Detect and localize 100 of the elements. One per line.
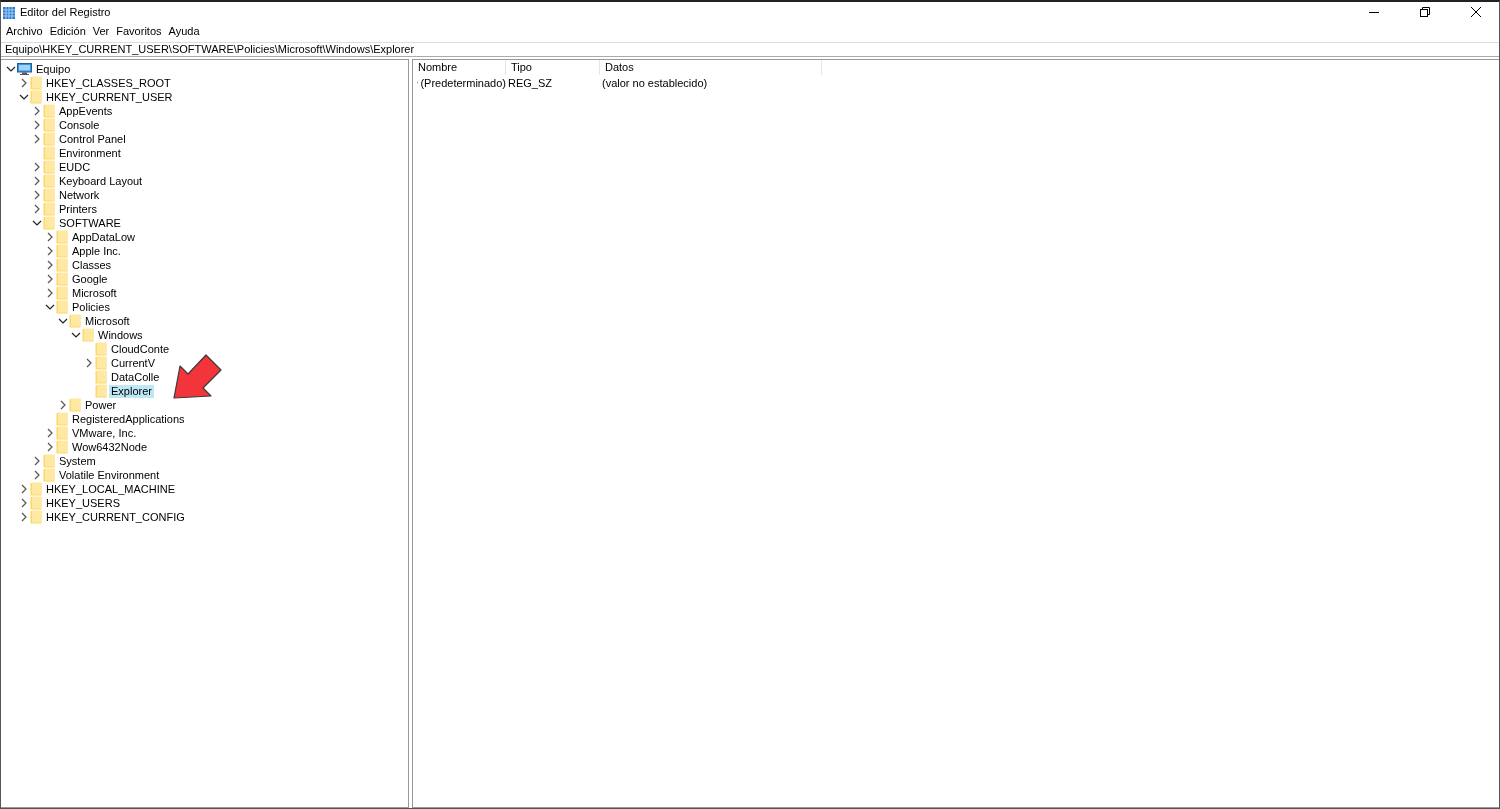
folder-icon: [56, 440, 68, 454]
tree-item[interactable]: Classes: [70, 258, 114, 272]
folder-icon: [95, 342, 107, 356]
folder-icon: [95, 356, 107, 370]
chevron-right-icon[interactable]: [21, 498, 27, 508]
menu-item[interactable]: Ver: [89, 25, 114, 37]
folder-icon: [30, 510, 42, 524]
chevron-right-icon[interactable]: [34, 190, 40, 200]
chevron-down-icon[interactable]: [6, 66, 16, 72]
folder-icon: [43, 104, 55, 118]
folder-icon: [56, 244, 68, 258]
tree-item[interactable]: Wow6432Node: [70, 440, 149, 454]
chevron-down-icon[interactable]: [71, 332, 81, 338]
tree-item[interactable]: System: [57, 454, 98, 468]
chevron-right-icon[interactable]: [47, 246, 53, 256]
table-cell-text: REG_SZ: [507, 77, 553, 89]
folder-icon: [56, 272, 68, 286]
folder-icon: [30, 496, 42, 510]
tree-item[interactable]: Windows: [96, 328, 145, 342]
column-header[interactable]: Tipo: [506, 60, 600, 75]
chevron-right-icon[interactable]: [21, 512, 27, 522]
menu-item[interactable]: Ayuda: [165, 25, 204, 37]
folder-icon: [82, 328, 94, 342]
chevron-down-icon[interactable]: [58, 318, 68, 324]
tree-item[interactable]: Policies: [70, 300, 112, 314]
tree-item[interactable]: Microsoft: [83, 314, 132, 328]
tree-item[interactable]: Explorer: [109, 384, 154, 398]
restore-icon: [1420, 7, 1430, 17]
tree-item[interactable]: HKEY_CURRENT_CONFIG: [44, 510, 187, 524]
tree-item[interactable]: Control Panel: [57, 132, 128, 146]
chevron-right-icon[interactable]: [34, 176, 40, 186]
table-cell-text: (valor no establecido): [601, 77, 709, 89]
folder-icon: [56, 300, 68, 314]
registry-icon: [3, 5, 15, 19]
chevron-right-icon[interactable]: [21, 78, 27, 88]
tree-item[interactable]: HKEY_USERS: [44, 496, 122, 510]
folder-icon: [43, 202, 55, 216]
folder-icon: [30, 90, 42, 104]
chevron-right-icon[interactable]: [34, 162, 40, 172]
folder-icon: [43, 216, 55, 230]
tree-item[interactable]: Keyboard Layout: [57, 174, 145, 188]
tree-item[interactable]: VMware, Inc.: [70, 426, 139, 440]
folder-icon: [43, 174, 55, 188]
chevron-right-icon[interactable]: [47, 442, 53, 452]
menu-item[interactable]: Favoritos: [113, 25, 166, 37]
chevron-right-icon[interactable]: [47, 428, 53, 438]
tree-item[interactable]: Volatile Environment: [57, 468, 162, 482]
menu-item[interactable]: Edición: [46, 25, 90, 37]
folder-icon: [95, 384, 107, 398]
tree-item[interactable]: EUDC: [57, 160, 93, 174]
tree-item[interactable]: Environment: [57, 146, 123, 160]
chevron-right-icon[interactable]: [47, 288, 53, 298]
tree-item[interactable]: SOFTWARE: [57, 216, 123, 230]
chevron-right-icon[interactable]: [47, 232, 53, 242]
tree-item[interactable]: AppDataLow: [70, 230, 137, 244]
tree-item[interactable]: Google: [70, 272, 110, 286]
address-bar[interactable]: Equipo\HKEY_CURRENT_USER\SOFTWARE\Policies\Microsoft\Windows\Explorer: [1, 42, 1499, 57]
tree-item[interactable]: Apple Inc.: [70, 244, 123, 258]
tree-item[interactable]: HKEY_LOCAL_MACHINE: [44, 482, 177, 496]
tree-item[interactable]: Printers: [57, 202, 99, 216]
tree-item[interactable]: Microsoft: [70, 286, 119, 300]
folder-icon: [56, 230, 68, 244]
column-header[interactable]: Datos: [600, 60, 822, 75]
tree-item[interactable]: Power: [83, 398, 119, 412]
pointer-arrow: [173, 352, 224, 399]
chevron-right-icon[interactable]: [34, 204, 40, 214]
chevron-right-icon[interactable]: [34, 470, 40, 480]
folder-icon: [69, 314, 81, 328]
chevron-right-icon[interactable]: [60, 400, 66, 410]
tree-item[interactable]: Equipo: [34, 62, 73, 76]
chevron-right-icon[interactable]: [34, 456, 40, 466]
chevron-right-icon[interactable]: [34, 134, 40, 144]
chevron-right-icon[interactable]: [21, 484, 27, 494]
tree-item[interactable]: CloudConte: [109, 342, 172, 356]
folder-icon: [56, 258, 68, 272]
folder-icon: [56, 412, 68, 426]
menu-item[interactable]: Archivo: [3, 25, 47, 37]
column-header[interactable]: Nombre: [413, 60, 506, 75]
chevron-down-icon[interactable]: [32, 220, 42, 226]
chevron-right-icon[interactable]: [47, 260, 53, 270]
tree-item[interactable]: HKEY_CLASSES_ROOT: [44, 76, 173, 90]
chevron-right-icon[interactable]: [86, 358, 92, 368]
computer-icon: [17, 63, 32, 75]
folder-icon: [43, 118, 55, 132]
folder-icon: [43, 160, 55, 174]
folder-icon: [56, 426, 68, 440]
tree-item[interactable]: DataColle: [109, 370, 162, 384]
chevron-right-icon[interactable]: [34, 106, 40, 116]
chevron-right-icon[interactable]: [34, 120, 40, 130]
tree-item[interactable]: RegisteredApplications: [70, 412, 187, 426]
chevron-down-icon[interactable]: [45, 304, 55, 310]
tree-item[interactable]: AppEvents: [57, 104, 115, 118]
folder-icon: [30, 76, 42, 90]
chevron-down-icon[interactable]: [19, 94, 29, 100]
tree-item[interactable]: HKEY_CURRENT_USER: [44, 90, 175, 104]
folder-icon: [43, 146, 55, 160]
tree-item[interactable]: CurrentV: [109, 356, 158, 370]
chevron-right-icon[interactable]: [47, 274, 53, 284]
tree-item[interactable]: Console: [57, 118, 102, 132]
tree-item[interactable]: Network: [57, 188, 102, 202]
